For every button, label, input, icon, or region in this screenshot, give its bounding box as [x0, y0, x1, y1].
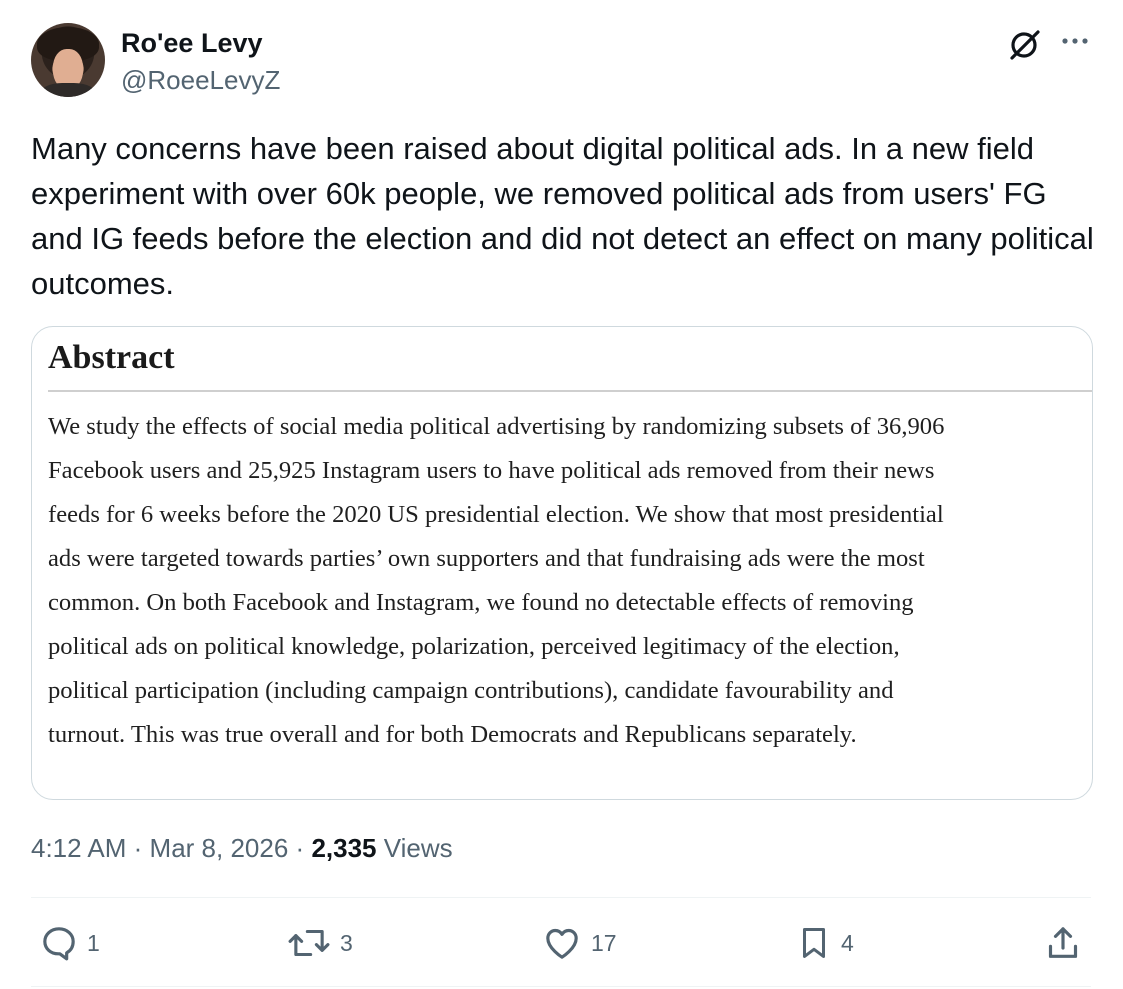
author-name[interactable]: Ro'ee Levy [121, 28, 263, 59]
bookmark-icon [802, 928, 826, 958]
tweet-time[interactable]: 4:12 AM [31, 833, 126, 863]
abstract-line: We study the effects of social media pol… [48, 413, 945, 440]
tweet-date[interactable]: Mar 8, 2026 [150, 833, 289, 863]
abstract-line: ads were targeted towards parties’ own s… [48, 545, 925, 572]
meta-separator: · [133, 833, 143, 863]
meta-separator: · [295, 833, 305, 863]
divider [31, 986, 1091, 987]
author-handle[interactable]: @RoeeLevyZ [121, 65, 280, 96]
abstract-rule [48, 390, 1092, 392]
reply-icon [43, 927, 75, 961]
like-count: 17 [591, 929, 617, 956]
more-icon[interactable] [1058, 26, 1092, 56]
like-button[interactable]: 17 [541, 918, 617, 968]
share-button[interactable] [1043, 918, 1083, 968]
avatar-shirt [39, 83, 97, 97]
views-count: 2,335 [311, 833, 377, 863]
bookmark-button[interactable]: 4 [795, 918, 854, 968]
abstract-line: Facebook users and 25,925 Instagram user… [48, 457, 935, 484]
abstract-line: turnout. This was true overall and for b… [48, 721, 857, 748]
like-icon [546, 928, 578, 959]
divider [31, 897, 1091, 898]
action-bar: 1 3 17 4 [31, 918, 1091, 968]
abstract-body: We study the effects of social media pol… [48, 405, 1073, 757]
reply-count: 1 [87, 929, 100, 956]
avatar[interactable] [31, 23, 105, 97]
abstract-line: feeds for 6 weeks before the 2020 US pre… [48, 501, 944, 528]
share-icon [1048, 927, 1078, 958]
image-card[interactable]: Abstract We study the effects of social … [31, 326, 1093, 800]
reply-button[interactable]: 1 [39, 918, 100, 968]
abstract-line: political participation (including campa… [48, 677, 894, 704]
repost-count: 3 [340, 929, 353, 956]
abstract-line: common. On both Facebook and Instagram, … [48, 589, 914, 616]
views-label: Views [383, 833, 453, 863]
tweet-meta: 4:12 AM · Mar 8, 2026 · 2,335 Views [31, 833, 453, 864]
abstract-line: political ads on political knowledge, po… [48, 633, 900, 660]
bookmark-count: 4 [841, 929, 854, 956]
repost-icon [288, 929, 330, 957]
repost-button[interactable]: 3 [286, 918, 353, 968]
grok-icon[interactable] [1007, 26, 1043, 62]
abstract-heading: Abstract [48, 339, 175, 376]
tweet-text: Many concerns have been raised about dig… [31, 131, 1094, 301]
